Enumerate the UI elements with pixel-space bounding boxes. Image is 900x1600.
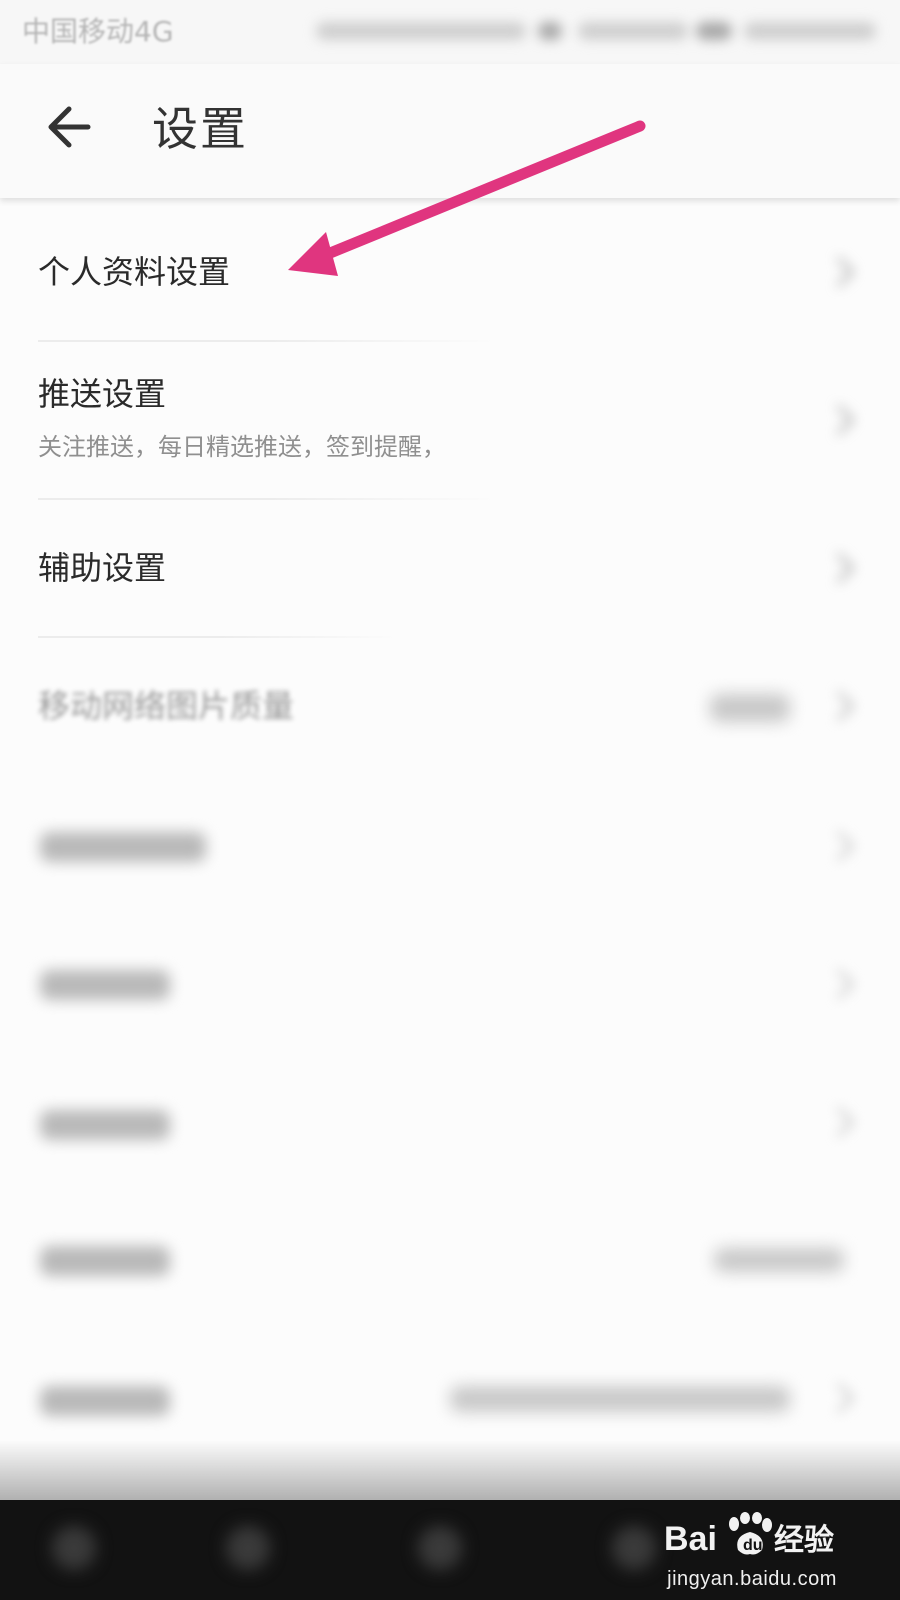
- chevron-right-icon: [834, 1380, 856, 1416]
- settings-item-push[interactable]: 推送设置 关注推送，每日精选推送，签到提醒，: [0, 342, 900, 498]
- blurred-label: [40, 970, 170, 1000]
- blurred-label: [40, 1386, 170, 1416]
- screen: 中国移动4G 设置 个人资料设置 推送设置 关注推送，每日精选推送，签到提醒， …: [0, 0, 900, 1600]
- settings-list: 个人资料设置 推送设置 关注推送，每日精选推送，签到提醒， 辅助设置 移动网络图…: [0, 198, 900, 1498]
- blurred-label: [40, 1110, 170, 1140]
- settings-item-assist[interactable]: 辅助设置: [0, 500, 900, 638]
- app-bar: 设置: [0, 64, 900, 198]
- svg-text:经验: 经验: [774, 1523, 834, 1558]
- carrier-label: 中国移动4G: [22, 15, 174, 48]
- blurred-label: [40, 832, 206, 862]
- svg-text:Bai: Bai: [664, 1520, 717, 1558]
- watermark: Bai du 经验 jingyan.baidu.com: [662, 1500, 842, 1600]
- settings-item-label: 辅助设置: [38, 549, 167, 587]
- chevron-right-icon: [834, 828, 856, 864]
- settings-item-blurred[interactable]: [0, 1052, 900, 1190]
- settings-item-value: [710, 694, 790, 722]
- settings-item-value: [714, 1248, 844, 1272]
- settings-item-profile[interactable]: 个人资料设置: [0, 198, 900, 340]
- status-icons: [316, 16, 876, 46]
- settings-item-label: 个人资料设置: [38, 253, 231, 291]
- chevron-right-icon: [834, 402, 856, 438]
- settings-item-subtitle: 关注推送，每日精选推送，签到提醒，: [38, 433, 446, 461]
- chevron-right-icon: [834, 550, 856, 586]
- settings-item-blurred[interactable]: [0, 914, 900, 1052]
- arrow-left-icon: [36, 106, 106, 166]
- settings-item-label: 移动网络图片质量: [38, 687, 295, 725]
- nav-item-1[interactable]: [52, 1526, 96, 1570]
- settings-item-value: [450, 1386, 790, 1412]
- back-button[interactable]: [36, 92, 106, 162]
- nav-item-4[interactable]: [612, 1526, 656, 1570]
- blurred-label: [40, 1246, 170, 1276]
- svg-text:du: du: [743, 1537, 763, 1554]
- chevron-right-icon: [834, 254, 856, 290]
- chevron-right-icon: [834, 688, 856, 724]
- baidu-jingyan-logo: Bai du 经验: [664, 1512, 834, 1558]
- nav-item-3[interactable]: [418, 1526, 462, 1570]
- settings-item-image-quality[interactable]: 移动网络图片质量: [0, 638, 900, 776]
- watermark-url: jingyan.baidu.com: [667, 1568, 837, 1590]
- settings-item-blurred[interactable]: [0, 776, 900, 914]
- settings-item-label: 推送设置: [38, 375, 167, 413]
- nav-item-2[interactable]: [226, 1526, 270, 1570]
- chevron-right-icon: [834, 966, 856, 1002]
- page-title: 设置: [152, 102, 248, 156]
- status-bar: 中国移动4G: [0, 0, 900, 64]
- settings-item-blurred[interactable]: [0, 1190, 900, 1328]
- chevron-right-icon: [834, 1104, 856, 1140]
